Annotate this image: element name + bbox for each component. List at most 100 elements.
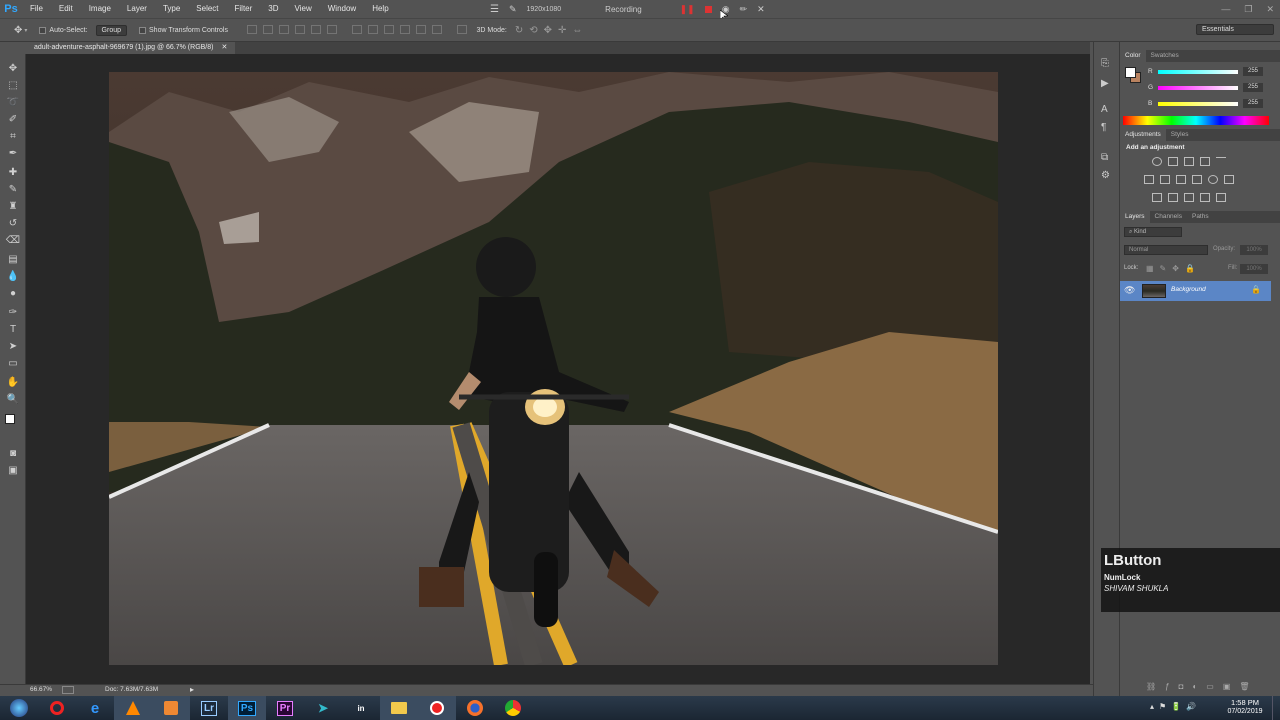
menu-edit[interactable]: Edit [51, 0, 81, 18]
character-panel-icon[interactable]: A [1101, 104, 1108, 115]
tab-swatches[interactable]: Swatches [1146, 50, 1184, 62]
pin-icon[interactable]: ✎ [509, 4, 517, 15]
document-image[interactable] [109, 72, 998, 665]
channel-mixer-icon[interactable] [1208, 175, 1218, 184]
exposure-icon[interactable] [1200, 157, 1210, 166]
paragraph-panel-icon[interactable]: ¶ [1101, 122, 1106, 133]
edge-icon[interactable]: e [76, 696, 114, 720]
inshot-icon[interactable]: in [342, 696, 380, 720]
photoshop-taskbar-icon[interactable]: Ps [228, 696, 266, 720]
tab-channels[interactable]: Channels [1150, 211, 1187, 223]
taskbar-date[interactable]: 07/02/2019 [1222, 708, 1268, 715]
hand-tool-icon[interactable]: ✋ [5, 376, 21, 390]
clone-source-panel-icon[interactable]: ⧉ [1101, 152, 1108, 163]
close-recorder-icon[interactable]: ✕ [757, 4, 765, 15]
channel-b-value[interactable]: 255 [1243, 99, 1263, 108]
layers-footer-icons[interactable]: ⛓ƒ◘◐▭▣🗑 [1146, 682, 1259, 691]
brush-tool-icon[interactable]: ✎ [5, 183, 21, 197]
eraser-tool-icon[interactable]: ⌫ [5, 234, 21, 248]
history-brush-tool-icon[interactable]: ↺ [5, 217, 21, 231]
auto-select-dropdown[interactable]: Group [95, 24, 128, 36]
selective-color-icon[interactable] [1216, 193, 1226, 202]
premiere-icon[interactable]: Pr [266, 696, 304, 720]
channel-r-slider[interactable] [1158, 70, 1238, 74]
menu-layer[interactable]: Layer [119, 0, 155, 18]
lightroom-icon[interactable]: Lr [190, 696, 228, 720]
lock-icons[interactable]: ▦✎✥🔒 [1146, 264, 1201, 273]
show-desktop-button[interactable] [1272, 696, 1280, 720]
zoom-tool-icon[interactable]: 🔍 [5, 393, 21, 407]
curves-icon[interactable] [1184, 157, 1194, 166]
blend-mode-dropdown[interactable]: Normal [1124, 245, 1208, 255]
channel-g-slider[interactable] [1158, 86, 1238, 90]
document-tab[interactable]: adult-adventure-asphalt-969679 (1).jpg @… [26, 42, 236, 54]
align-center-icon[interactable] [311, 24, 321, 34]
stop-icon[interactable] [704, 5, 712, 13]
invert-icon[interactable] [1152, 193, 1162, 202]
black-white-icon[interactable] [1176, 175, 1186, 184]
align-left-icon[interactable] [295, 24, 305, 34]
menu-select[interactable]: Select [188, 0, 226, 18]
3d-pan-icon[interactable]: ✥ [544, 25, 552, 36]
channel-r-value[interactable]: 255 [1243, 67, 1263, 76]
marquee-tool-icon[interactable]: ⬚ [5, 79, 21, 93]
3d-slide-icon[interactable]: ✛ [558, 25, 566, 36]
color-spectrum-bar[interactable] [1123, 116, 1269, 125]
tab-paths[interactable]: Paths [1187, 211, 1214, 223]
fill-field[interactable]: 100% [1240, 264, 1268, 274]
firefox-icon[interactable] [456, 696, 494, 720]
align-bottom-icon[interactable] [279, 24, 289, 34]
channel-g-value[interactable]: 255 [1243, 83, 1263, 92]
move-tool-icon[interactable]: ✥ [5, 62, 21, 76]
distribute-bottom-icon[interactable] [384, 24, 395, 34]
distribute-right-icon[interactable] [432, 24, 443, 34]
threshold-icon[interactable] [1184, 193, 1194, 202]
eyedropper-tool-icon[interactable]: ✒ [5, 147, 21, 161]
gradient-map-icon[interactable] [1200, 193, 1210, 202]
close-tab-icon[interactable]: ✕ [221, 44, 227, 51]
tab-styles[interactable]: Styles [1166, 129, 1194, 141]
close-icon[interactable]: ✕ [1266, 4, 1274, 15]
start-button[interactable] [0, 696, 38, 720]
opera-icon[interactable] [38, 696, 76, 720]
photo-filter-icon[interactable] [1192, 175, 1202, 184]
distribute-middle-icon[interactable] [368, 24, 379, 34]
rectangle-tool-icon[interactable]: ▭ [5, 357, 21, 371]
align-right-icon[interactable] [327, 24, 337, 34]
auto-select-checkbox[interactable] [39, 26, 49, 35]
layer-filter-dropdown[interactable]: ⌕ Kind [1124, 227, 1182, 237]
menu-help[interactable]: Help [364, 0, 396, 18]
tool-presets-panel-icon[interactable]: ⚙ [1101, 170, 1110, 181]
brightness-icon[interactable] [1152, 157, 1162, 166]
lasso-tool-icon[interactable]: ➰ [5, 96, 21, 110]
menu-image[interactable]: Image [81, 0, 119, 18]
kodi-icon[interactable]: ➤ [304, 696, 342, 720]
workspace-dropdown[interactable]: Essentials [1196, 24, 1274, 35]
3d-roll-icon[interactable]: ⟲ [529, 25, 537, 36]
type-tool-icon[interactable]: T [5, 323, 21, 337]
quick-select-tool-icon[interactable]: ✐ [5, 113, 21, 127]
menu-file[interactable]: File [22, 0, 51, 18]
record-icon[interactable] [418, 696, 456, 720]
restore-icon[interactable]: ❐ [1244, 4, 1252, 15]
history-panel-icon[interactable]: ⎘ [1101, 58, 1109, 69]
actions-panel-icon[interactable]: ▶ [1101, 78, 1109, 89]
opacity-field[interactable]: 100% [1240, 245, 1268, 255]
menu-type[interactable]: Type [155, 0, 188, 18]
move-tool-icon[interactable]: ✥ [14, 25, 22, 36]
system-tray-icons[interactable]: ▴⚑🔋🔊 [1150, 702, 1201, 711]
menu-filter[interactable]: Filter [227, 0, 261, 18]
distribute-top-icon[interactable] [352, 24, 363, 34]
taskbar-time[interactable]: 1:58 PM [1225, 698, 1265, 707]
export-icon[interactable] [62, 686, 74, 694]
color-lookup-icon[interactable] [1224, 175, 1234, 184]
color-foreground-swatch[interactable] [1125, 67, 1136, 78]
foreground-color-swatch[interactable] [5, 414, 15, 424]
color-balance-icon[interactable] [1160, 175, 1170, 184]
align-top-icon[interactable] [247, 24, 257, 34]
layer-name[interactable]: Background [1171, 286, 1206, 293]
tool-preset-arrow-icon[interactable]: ▾ [24, 27, 27, 34]
clone-stamp-tool-icon[interactable]: ♜ [5, 200, 21, 214]
align-middle-icon[interactable] [263, 24, 273, 34]
file-explorer-icon[interactable] [380, 696, 418, 720]
